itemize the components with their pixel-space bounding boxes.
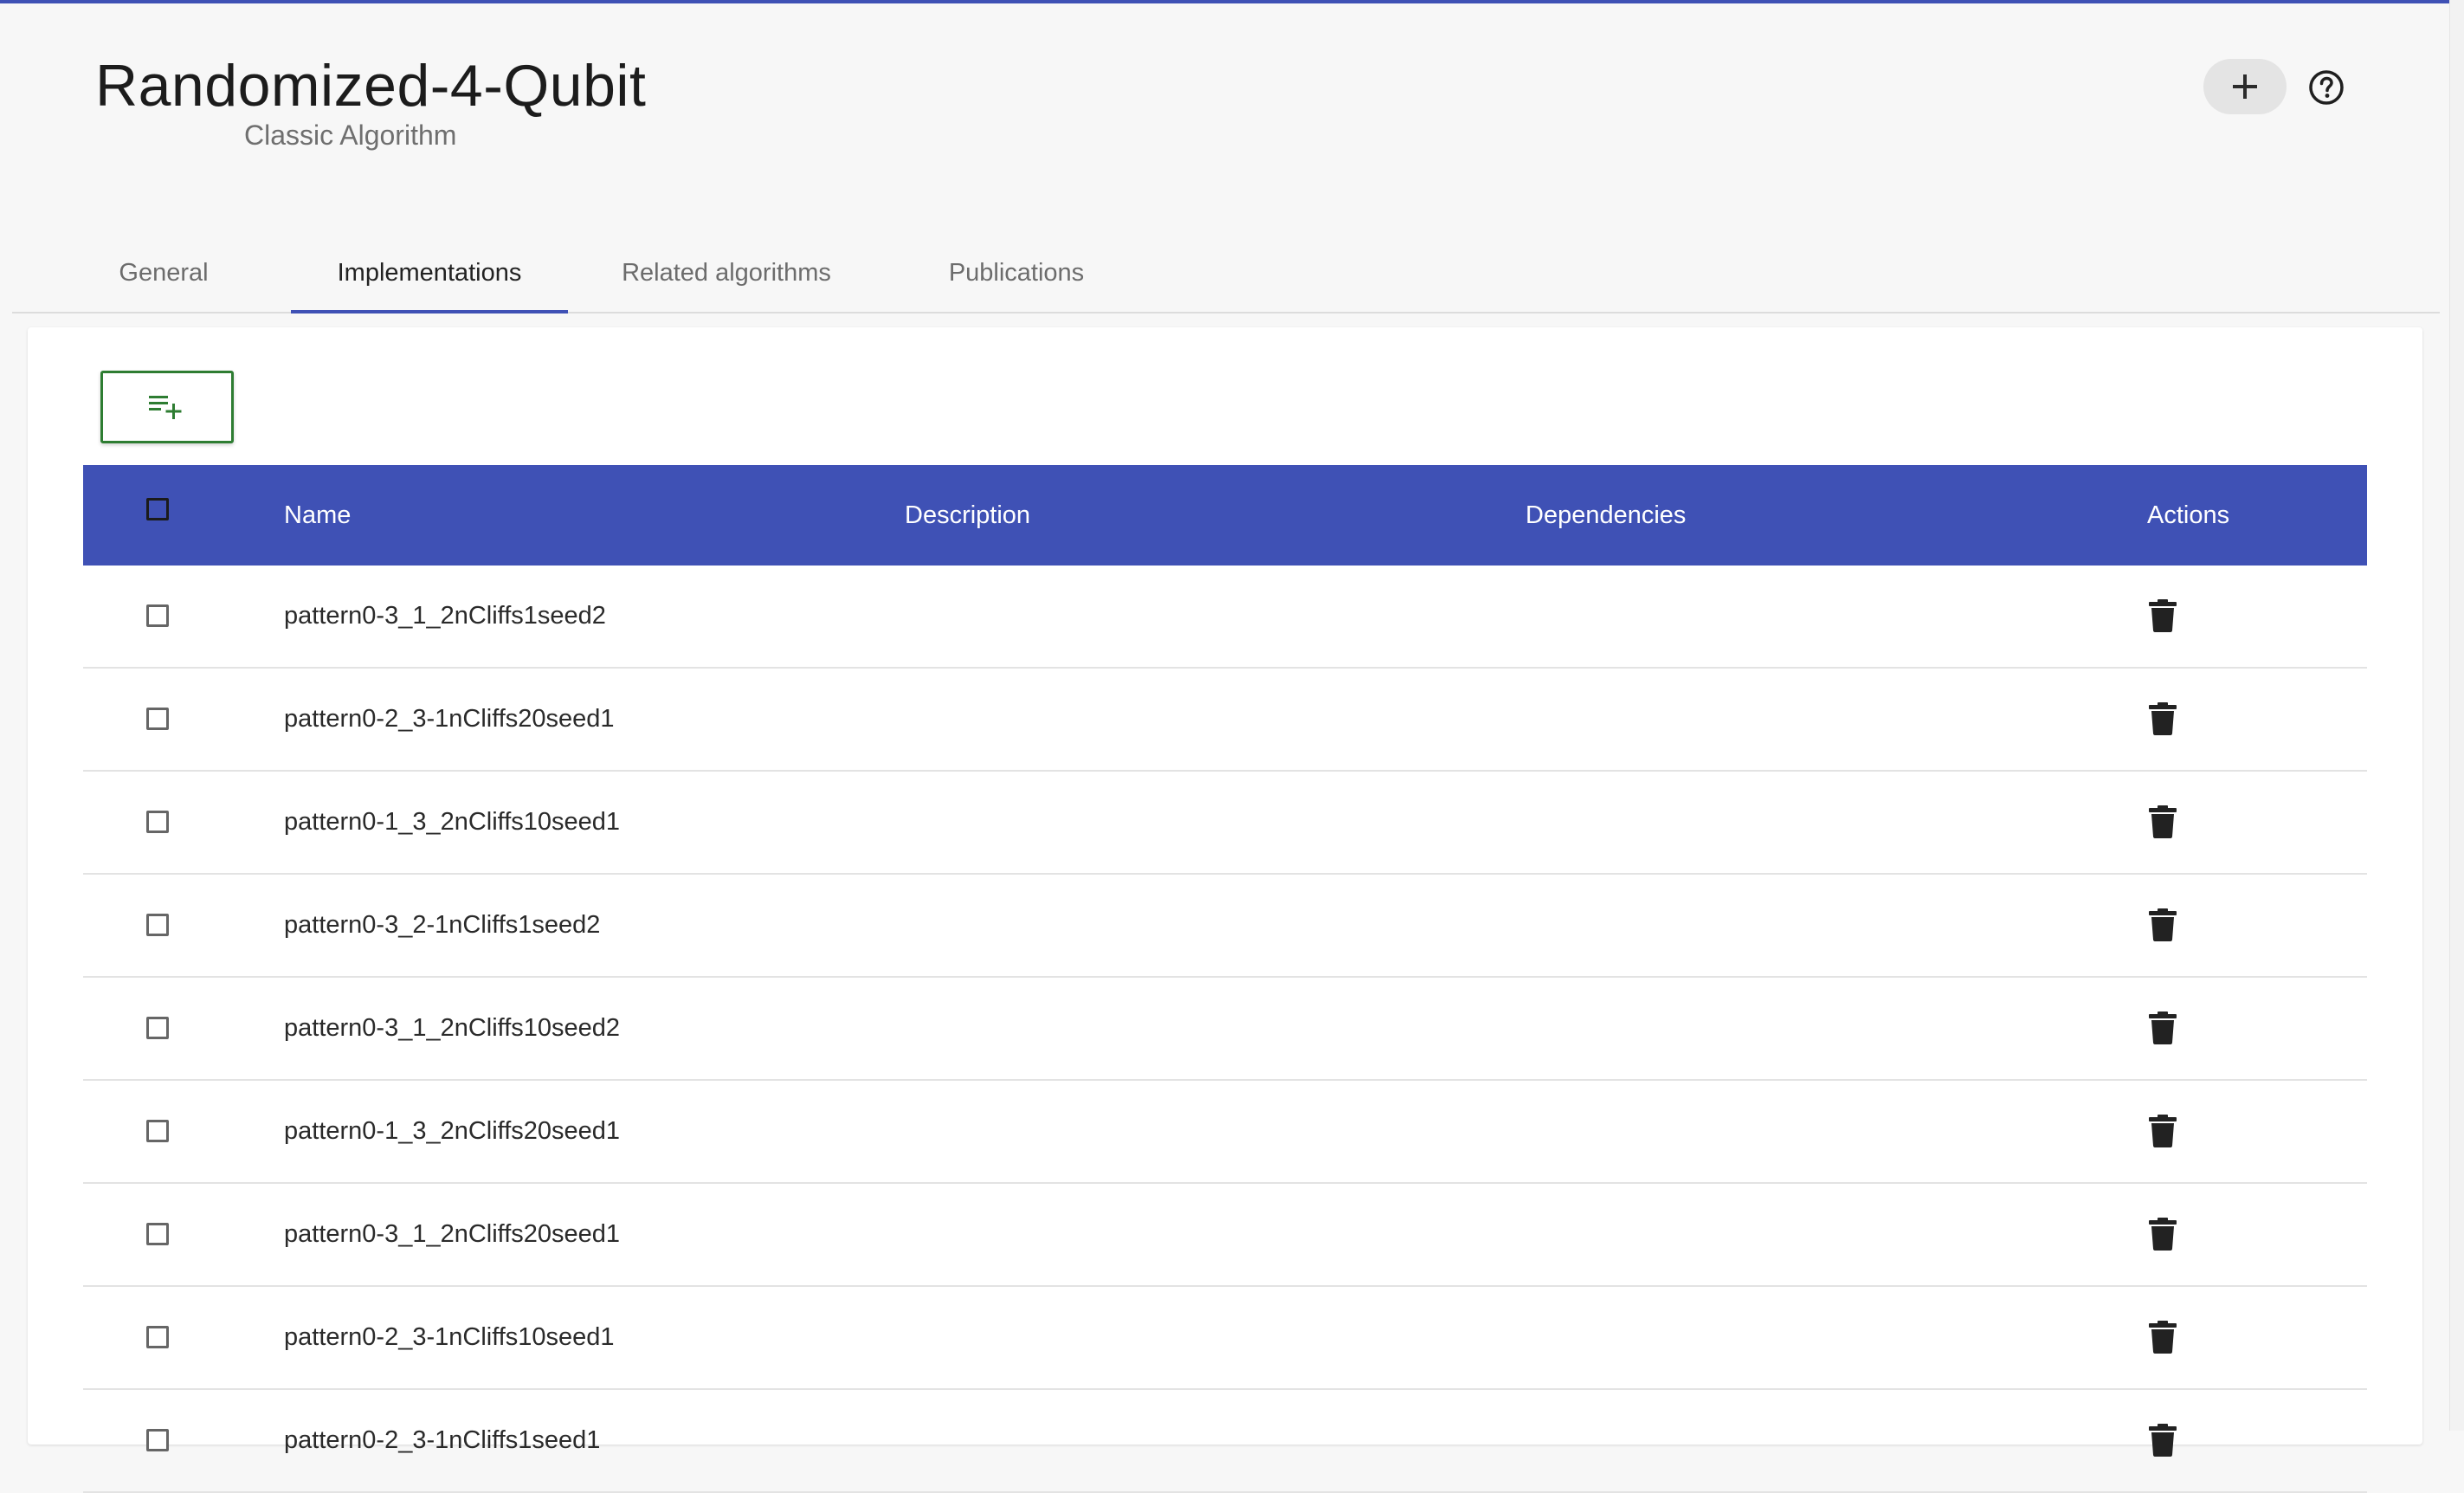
playlist-add-icon xyxy=(149,396,182,419)
implementation-name[interactable]: pattern0-3_1_2nCliffs20seed1 xyxy=(284,1184,620,1285)
tab-publications[interactable]: Publications xyxy=(895,234,1138,312)
tab-general[interactable]: General xyxy=(81,234,246,312)
help-circle-icon[interactable] xyxy=(2308,69,2345,106)
implementation-name[interactable]: pattern0-3_1_2nCliffs1seed2 xyxy=(284,566,606,667)
table-row[interactable]: pattern0-1_3_2nCliffs20seed1 xyxy=(83,1081,2367,1184)
row-checkbox[interactable] xyxy=(146,811,169,833)
scrollbar[interactable] xyxy=(2449,0,2464,1431)
table-header: Name Description Dependencies Actions xyxy=(83,465,2367,566)
implementation-name[interactable]: pattern0-2_3-1nCliffs20seed1 xyxy=(284,669,615,770)
trash-icon[interactable] xyxy=(2148,598,2177,633)
implementation-name[interactable]: pattern0-2_3-1nCliffs10seed1 xyxy=(284,1287,615,1388)
table-row[interactable]: pattern0-3_2-1nCliffs1seed2 xyxy=(83,875,2367,978)
trash-icon[interactable] xyxy=(2148,1011,2177,1045)
row-checkbox[interactable] xyxy=(146,1429,169,1451)
page-title: Randomized-4-Qubit xyxy=(95,53,647,119)
row-checkbox[interactable] xyxy=(146,1223,169,1245)
add-implementation-button[interactable] xyxy=(100,371,234,443)
row-checkbox[interactable] xyxy=(146,1017,169,1039)
table-row[interactable]: pattern0-1_3_2nCliffs10seed1 xyxy=(83,772,2367,875)
table-row[interactable]: pattern0-2_3-1nCliffs1seed1 xyxy=(83,1390,2367,1493)
tab-implementations[interactable]: Implementations xyxy=(291,234,568,313)
table-row[interactable]: pattern0-2_3-1nCliffs20seed1 xyxy=(83,669,2367,772)
row-checkbox[interactable] xyxy=(146,604,169,627)
column-header-actions: Actions xyxy=(2147,501,2230,529)
tab-bar: General Implementations Related algorith… xyxy=(12,234,2440,313)
implementations-table: Name Description Dependencies Actions pa… xyxy=(83,465,2367,1493)
trash-icon[interactable] xyxy=(2148,1217,2177,1251)
trash-icon[interactable] xyxy=(2148,1423,2177,1457)
table-row[interactable]: pattern0-3_1_2nCliffs20seed1 xyxy=(83,1184,2367,1287)
row-checkbox[interactable] xyxy=(146,1326,169,1348)
tab-related-algorithms[interactable]: Related algorithms xyxy=(594,234,859,312)
column-header-name[interactable]: Name xyxy=(284,465,351,566)
implementation-name[interactable]: pattern0-1_3_2nCliffs20seed1 xyxy=(284,1081,620,1182)
trash-icon[interactable] xyxy=(2148,805,2177,839)
page-subtitle: Classic Algorithm xyxy=(244,120,457,151)
implementation-name[interactable]: pattern0-1_3_2nCliffs10seed1 xyxy=(284,772,620,873)
add-button[interactable] xyxy=(2203,59,2287,114)
trash-icon[interactable] xyxy=(2148,701,2177,736)
trash-icon[interactable] xyxy=(2148,1114,2177,1148)
table-body: pattern0-3_1_2nCliffs1seed2 pattern0-2_3-… xyxy=(83,566,2367,1493)
column-header-description[interactable]: Description xyxy=(905,465,1030,566)
implementation-name[interactable]: pattern0-2_3-1nCliffs1seed1 xyxy=(284,1390,600,1491)
row-checkbox[interactable] xyxy=(146,708,169,730)
row-checkbox[interactable] xyxy=(146,914,169,936)
table-row[interactable]: pattern0-2_3-1nCliffs10seed1 xyxy=(83,1287,2367,1390)
table-row[interactable]: pattern0-3_1_2nCliffs10seed2 xyxy=(83,978,2367,1081)
select-all-checkbox[interactable] xyxy=(146,498,169,520)
implementation-name[interactable]: pattern0-3_2-1nCliffs1seed2 xyxy=(284,875,600,976)
trash-icon[interactable] xyxy=(2148,908,2177,942)
implementation-name[interactable]: pattern0-3_1_2nCliffs10seed2 xyxy=(284,978,620,1079)
plus-icon xyxy=(2233,74,2257,99)
row-checkbox[interactable] xyxy=(146,1120,169,1142)
table-row[interactable]: pattern0-3_1_2nCliffs1seed2 xyxy=(83,566,2367,669)
trash-icon[interactable] xyxy=(2148,1320,2177,1354)
column-header-dependencies[interactable]: Dependencies xyxy=(1525,465,1686,566)
